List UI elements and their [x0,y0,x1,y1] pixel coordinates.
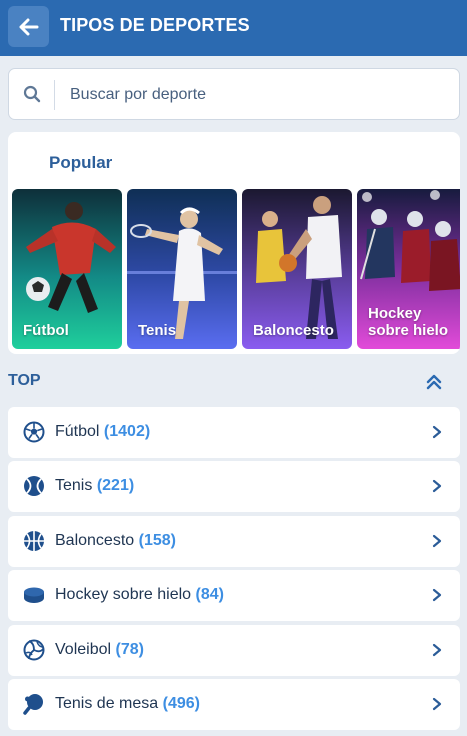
collapse-button[interactable] [424,372,444,392]
list-item-label: Tenis de mesa (496) [55,695,200,713]
arrow-left-icon [19,18,38,35]
event-count: (84) [195,586,224,604]
popular-section: Popular Fútbol Tenis Baloncesto Hockey s… [8,132,460,354]
popular-card-label: Tenis [138,322,177,339]
popular-title: Popular [49,153,113,172]
volleyball-icon [23,639,45,661]
hockey-puck-icon [24,587,44,604]
list-item-tenis[interactable]: Tenis (221) [8,461,460,513]
sport-name: Baloncesto [55,531,135,549]
popular-card-hockey[interactable]: Hockey sobre hielo [357,189,460,349]
popular-card-label: Fútbol [23,322,69,339]
list-item-label: Hockey sobre hielo (84) [55,586,224,604]
popular-card-label: Hockey sobre hielo [368,305,449,339]
list-item-voleibol[interactable]: Voleibol (78) [8,624,460,676]
search-box[interactable] [8,68,460,120]
chevron-right-icon [432,425,442,439]
search-icon [23,85,41,103]
search-divider [54,80,55,110]
chevron-right-icon [432,534,442,547]
popular-card-label: Baloncesto [253,322,334,339]
event-count: (1402) [103,423,151,440]
sports-list: Fútbol (1402) Tenis (221) Baloncesto (15… [8,407,460,733]
chevron-right-icon [432,643,442,656]
chevron-right-icon [432,480,442,493]
app-header: TIPOS DE DEPORTES [0,0,467,56]
back-button[interactable] [8,6,49,47]
soccer-ball-icon [23,421,45,443]
list-item-hockey[interactable]: Hockey sobre hielo (84) [8,570,460,622]
list-item-label: Fútbol (1402) [55,423,150,441]
double-chevron-up-icon [426,374,442,390]
page-title: TIPOS DE DEPORTES [60,15,250,35]
list-item-label: Baloncesto (158) [55,532,176,550]
basketball-icon [24,530,44,551]
chevron-right-icon [432,589,442,602]
event-count: (78) [115,640,144,658]
list-item-label: Voleibol (78) [55,641,144,659]
list-item-tenis-de-mesa[interactable]: Tenis de mesa (496) [8,678,460,730]
sport-name: Voleibol [55,640,112,658]
event-count: (221) [96,477,135,495]
popular-card-baloncesto[interactable]: Baloncesto [242,189,352,349]
list-item-futbol[interactable]: Fútbol (1402) [8,407,460,458]
sport-name: Tenis [55,477,93,495]
top-section-title: TOP [8,372,41,389]
popular-card-futbol[interactable]: Fútbol [12,189,122,349]
tennis-ball-icon [24,476,44,497]
popular-card-tenis[interactable]: Tenis [127,189,237,349]
chevron-right-icon [432,697,442,711]
list-item-baloncesto[interactable]: Baloncesto (158) [8,515,460,567]
sport-name: Tenis de mesa [55,694,159,712]
table-tennis-icon [23,693,43,715]
sport-name: Hockey sobre hielo [55,586,192,604]
list-item-label: Tenis (221) [55,477,134,495]
search-input[interactable] [70,79,440,111]
event-count: (496) [162,694,200,712]
sport-name: Fútbol [55,423,100,440]
event-count: (158) [138,531,176,549]
